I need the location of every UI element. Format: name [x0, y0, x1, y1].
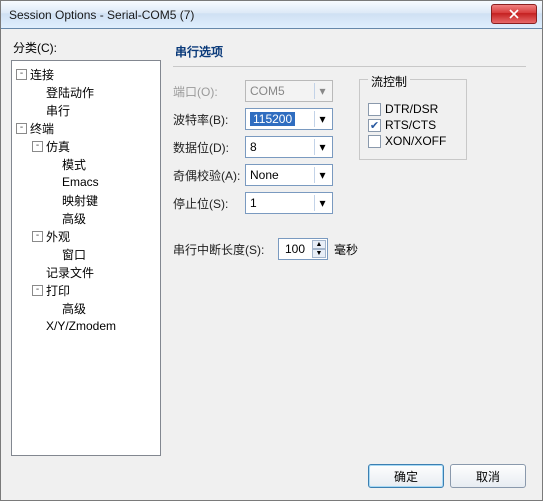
tree-item[interactable]: -打印	[14, 281, 158, 299]
expand-icon[interactable]: -	[16, 69, 27, 80]
tree-item[interactable]: 高级	[14, 299, 158, 317]
spin-buttons[interactable]: ▲▼	[312, 240, 326, 258]
tree-item-label: 终端	[30, 120, 54, 137]
tree-item[interactable]: -外观	[14, 227, 158, 245]
checkbox-icon[interactable]	[368, 103, 381, 116]
tree-item-label: 记录文件	[46, 264, 94, 281]
flow-control-title: 流控制	[368, 73, 410, 90]
category-label: 分类(C):	[13, 39, 161, 56]
expand-icon[interactable]: -	[32, 285, 43, 296]
titlebar: Session Options - Serial-COM5 (7)	[1, 1, 542, 29]
tree-item[interactable]: 高级	[14, 209, 158, 227]
tree-item-label: 高级	[62, 210, 86, 227]
port-combo: COM5 ▾	[245, 80, 333, 102]
expand-icon[interactable]: -	[32, 231, 43, 242]
ok-button[interactable]: 确定	[368, 464, 444, 488]
tree-item[interactable]: 窗口	[14, 245, 158, 263]
dialog-window: Session Options - Serial-COM5 (7) 分类(C):…	[0, 0, 543, 501]
tree-item-label: 映射键	[62, 192, 98, 209]
break-length-spin[interactable]: 100 ▲▼	[278, 238, 328, 260]
stopbits-label: 停止位(S):	[173, 195, 245, 212]
window-title: Session Options - Serial-COM5 (7)	[9, 8, 194, 22]
tree-item[interactable]: -仿真	[14, 137, 158, 155]
category-tree[interactable]: -连接登陆动作串行-终端-仿真模式Emacs映射键高级-外观窗口记录文件-打印高…	[11, 60, 161, 456]
tree-item-label: 连接	[30, 66, 54, 83]
baud-label: 波特率(B):	[173, 111, 245, 128]
close-button[interactable]	[491, 4, 537, 24]
checkbox-icon[interactable]	[368, 135, 381, 148]
tree-item[interactable]: X/Y/Zmodem	[14, 317, 158, 335]
tree-item[interactable]: -终端	[14, 119, 158, 137]
chevron-down-icon: ▾	[314, 83, 330, 99]
break-unit: 毫秒	[334, 241, 358, 258]
divider	[173, 66, 526, 67]
tree-item[interactable]: 串行	[14, 101, 158, 119]
tree-item[interactable]: 模式	[14, 155, 158, 173]
section-title: 串行选项	[173, 39, 526, 66]
tree-item[interactable]: -连接	[14, 65, 158, 83]
tree-item-label: 模式	[62, 156, 86, 173]
stopbits-combo[interactable]: 1 ▾	[245, 192, 333, 214]
checkbox-icon[interactable]: ✔	[368, 119, 381, 132]
baud-combo[interactable]: 115200 ▾	[245, 108, 333, 130]
tree-item-label: 外观	[46, 228, 70, 245]
parity-combo[interactable]: None ▾	[245, 164, 333, 186]
tree-item-label: 高级	[62, 300, 86, 317]
tree-item[interactable]: 记录文件	[14, 263, 158, 281]
xon-xoff-row[interactable]: XON/XOFF	[368, 131, 458, 151]
chevron-down-icon[interactable]: ▾	[314, 111, 330, 127]
break-label: 串行中断长度(S):	[173, 241, 278, 258]
tree-item[interactable]: Emacs	[14, 173, 158, 191]
tree-item-label: 窗口	[62, 246, 86, 263]
databits-combo[interactable]: 8 ▾	[245, 136, 333, 158]
close-icon	[509, 9, 519, 19]
chevron-down-icon[interactable]: ▾	[314, 195, 330, 211]
expand-icon[interactable]: -	[16, 123, 27, 134]
tree-item-label: 串行	[46, 102, 70, 119]
expand-icon[interactable]: -	[32, 141, 43, 152]
tree-item-label: X/Y/Zmodem	[46, 319, 116, 333]
dialog-buttons: 确定 取消	[11, 456, 532, 492]
tree-item-label: Emacs	[62, 175, 99, 189]
tree-item[interactable]: 映射键	[14, 191, 158, 209]
flow-control-group: 流控制 DTR/DSR ✔ RTS/CTS XON/XOFF	[359, 79, 467, 160]
databits-label: 数据位(D):	[173, 139, 245, 156]
chevron-down-icon[interactable]: ▾	[314, 139, 330, 155]
parity-label: 奇偶校验(A):	[173, 167, 245, 184]
right-panel: 串行选项 端口(O): COM5 ▾ 波特率(B): 115200 ▾	[167, 37, 532, 456]
tree-item-label: 仿真	[46, 138, 70, 155]
tree-item[interactable]: 登陆动作	[14, 83, 158, 101]
tree-item-label: 打印	[46, 282, 70, 299]
cancel-button[interactable]: 取消	[450, 464, 526, 488]
port-label: 端口(O):	[173, 83, 245, 100]
tree-item-label: 登陆动作	[46, 84, 94, 101]
chevron-down-icon[interactable]: ▾	[314, 167, 330, 183]
